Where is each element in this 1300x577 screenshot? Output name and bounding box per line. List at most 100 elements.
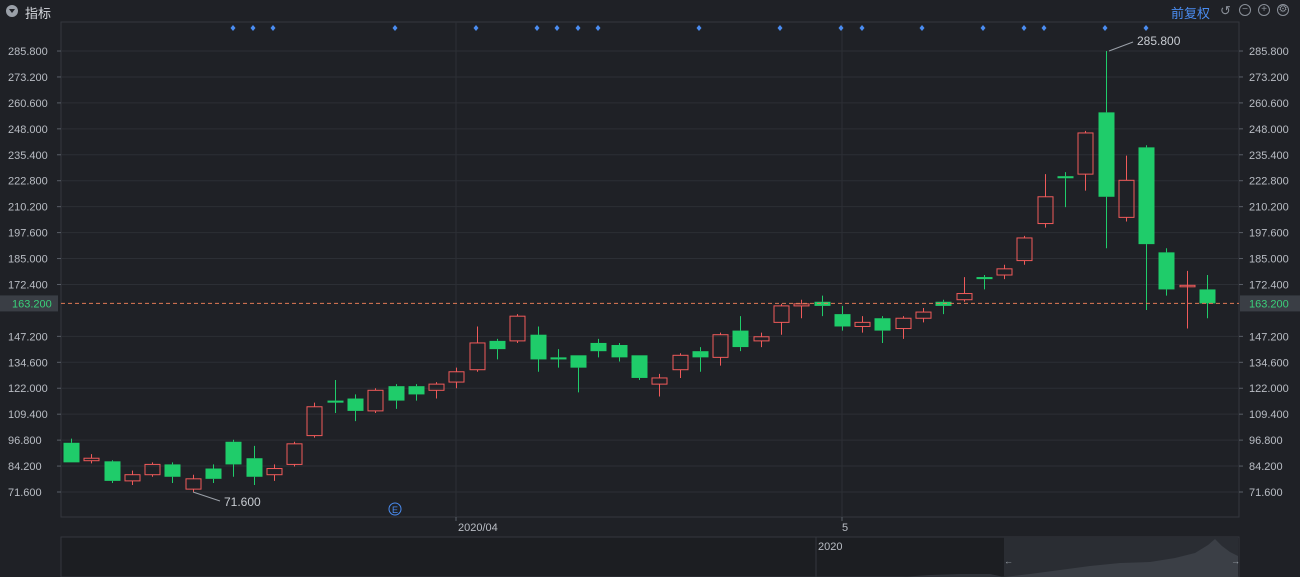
y-tick-label: 122.000 (1249, 383, 1289, 395)
y-axis-left: 285.800 273.200 260.600 248.000 235.400 222.8… (8, 46, 61, 499)
y-tick-label: 235.400 (8, 150, 48, 162)
candle (611, 342, 628, 362)
signal-marker-icon (838, 25, 844, 31)
candle (428, 382, 445, 399)
candle (1057, 172, 1074, 208)
signal-marker-icon (270, 25, 276, 31)
candle-body (367, 389, 384, 412)
candle (509, 314, 526, 343)
y-tick-label: 134.600 (1249, 357, 1289, 369)
candle-body (124, 474, 141, 482)
candle-body (509, 315, 526, 342)
candle (773, 303, 790, 335)
candle-body (428, 383, 445, 391)
candle-body (570, 355, 587, 368)
candle-body (388, 386, 405, 401)
candle-body (712, 334, 729, 358)
candle (266, 464, 283, 481)
y-tick-label: 96.800 (1249, 435, 1283, 447)
signal-marker-icon (1041, 25, 1047, 31)
y-tick-label: 260.600 (8, 98, 48, 110)
y-tick-label: 260.600 (1249, 98, 1289, 110)
candle-body (83, 457, 100, 462)
candle-body (611, 345, 628, 358)
signal-marker-icon (919, 25, 925, 31)
candle (1098, 51, 1115, 249)
y-tick-label: 185.000 (8, 254, 48, 266)
event-marker-label: E (392, 505, 398, 515)
candle-body (996, 268, 1013, 276)
candle-body (814, 301, 831, 306)
candle-body (164, 464, 181, 477)
candle (164, 462, 181, 483)
overview-left-handle-icon: ← (1004, 556, 1013, 566)
candle-body (834, 314, 851, 327)
y-tick-label: 147.200 (8, 331, 48, 343)
candle (1138, 145, 1155, 311)
signal-marker-icon (777, 25, 783, 31)
x-tick-label: 5 (842, 522, 848, 534)
signal-marker-icon (554, 25, 560, 31)
candle-body (1199, 289, 1216, 304)
candle-body (550, 357, 567, 360)
candle-body (347, 398, 364, 411)
candle-body (956, 293, 973, 301)
candle-body (976, 277, 993, 280)
signal-marker-icon (392, 25, 398, 31)
candle (1016, 235, 1033, 265)
y-tick-label: 285.800 (1249, 46, 1289, 58)
overview-year-label: 2020 (818, 541, 842, 553)
y-tick-label: 235.400 (1249, 150, 1289, 162)
x-tick-label: 2020/04 (458, 522, 498, 534)
candle-body (1118, 179, 1135, 218)
candle (83, 454, 100, 464)
candle-body (1077, 132, 1094, 175)
candle (1077, 130, 1094, 191)
signal-marker-icon (980, 25, 986, 31)
overview-right-handle-icon: → (1231, 556, 1240, 566)
candle (712, 332, 729, 366)
candle-body (874, 318, 891, 331)
y-tick-label: 197.600 (1249, 228, 1289, 240)
y-tick-label: 71.600 (8, 487, 42, 499)
candle-body (1098, 112, 1115, 197)
candle-body (185, 478, 202, 490)
candlestick-chart[interactable]: 285.800 273.200 260.600 248.000 235.400 222.8… (0, 0, 1300, 577)
signal-marker-icon (859, 25, 865, 31)
candle-body (631, 355, 648, 378)
candle (1118, 155, 1135, 222)
candle (590, 338, 607, 358)
signal-marker-icon (534, 25, 540, 31)
candle-body (895, 317, 912, 330)
candle-body (854, 321, 871, 327)
candle (793, 299, 810, 319)
y-tick-label: 248.000 (1249, 124, 1289, 136)
candle (956, 277, 973, 302)
signal-marker-icon (1143, 25, 1149, 31)
y-tick-label: 109.400 (8, 409, 48, 421)
candle-body (732, 330, 749, 348)
candle (631, 355, 648, 381)
candle-body (63, 442, 80, 463)
y-tick-label: 285.800 (8, 46, 48, 58)
candle (367, 388, 384, 413)
candle-body (225, 441, 242, 465)
candle (144, 462, 161, 477)
candle-body (408, 386, 425, 395)
candle-body (104, 461, 121, 481)
signal-marker-icon (473, 25, 479, 31)
candle-body (469, 342, 486, 371)
candle (915, 307, 932, 323)
candle (306, 402, 323, 438)
candle (246, 445, 263, 486)
signal-marker-icon (575, 25, 581, 31)
candle-body (651, 377, 668, 385)
candle-body (1158, 252, 1175, 290)
y-tick-label: 109.400 (1249, 409, 1289, 421)
candle-body (205, 468, 222, 479)
signal-marker-icon (250, 25, 256, 31)
candle-body (692, 351, 709, 358)
candle (469, 326, 486, 372)
candle (1179, 270, 1196, 329)
candle-body (489, 340, 506, 350)
